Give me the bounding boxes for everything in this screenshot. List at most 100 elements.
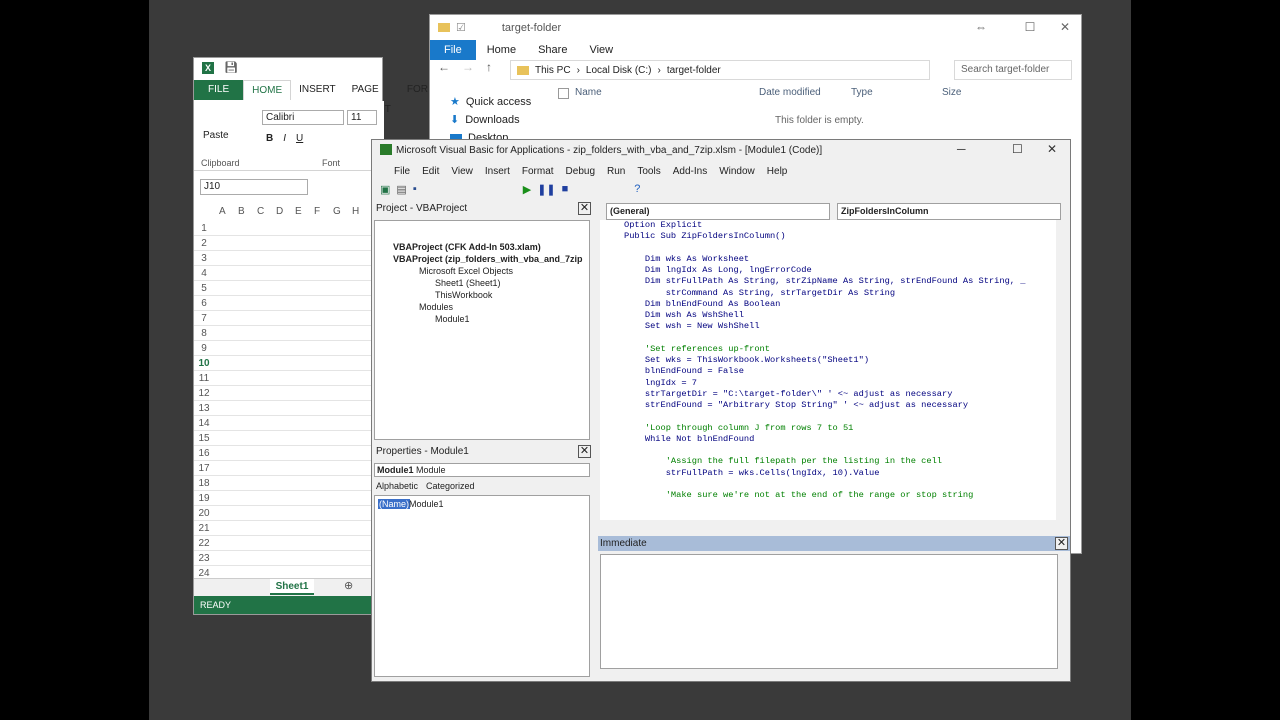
row[interactable]: 14 (194, 416, 384, 431)
row-number[interactable]: 13 (194, 401, 214, 416)
close-icon[interactable]: ✕ (1055, 537, 1068, 550)
row-number[interactable]: 11 (194, 371, 214, 386)
address-bar[interactable]: This PC › Local Disk (C:) › target-folder (510, 60, 930, 80)
code-line[interactable]: 'Loop through column J from rows 7 to 51 (600, 423, 1056, 434)
row-number[interactable]: 20 (194, 506, 214, 521)
menu-run[interactable]: Run (607, 163, 625, 181)
properties-object-select[interactable]: Module1 Module (374, 463, 590, 477)
row[interactable]: 9 (194, 341, 384, 356)
tab-formulas[interactable]: FOR (399, 80, 436, 100)
immediate-input[interactable] (600, 554, 1058, 669)
tree-item-modules[interactable]: Modules (419, 302, 453, 312)
row[interactable]: 8 (194, 326, 384, 341)
row-number[interactable]: 16 (194, 446, 214, 461)
font-size-select[interactable]: 11 (347, 110, 377, 125)
row-number[interactable]: 21 (194, 521, 214, 536)
tree-item-excel-objects[interactable]: Microsoft Excel Objects (419, 266, 513, 276)
tab-home[interactable]: Home (476, 40, 527, 60)
row-number[interactable]: 8 (194, 326, 214, 341)
code-line[interactable]: 'Assign the full filepath per the listin… (600, 456, 1056, 467)
row-number[interactable]: 5 (194, 281, 214, 296)
menu-add-ins[interactable]: Add-Ins (673, 163, 707, 181)
code-line[interactable] (600, 333, 1056, 344)
forward-icon[interactable]: → (462, 60, 474, 74)
row[interactable]: 12 (194, 386, 384, 401)
row-number[interactable]: 19 (194, 491, 214, 506)
row[interactable]: 21 (194, 521, 384, 536)
row-number[interactable]: 23 (194, 551, 214, 566)
minimize-button[interactable]: ─ (957, 142, 966, 156)
code-line[interactable]: Public Sub ZipFoldersInColumn() (600, 231, 1056, 242)
code-line[interactable]: Option Explicit (600, 220, 1056, 231)
row-number[interactable]: 18 (194, 476, 214, 491)
code-line[interactable]: strEndFound = "Arbitrary Stop String" ' … (600, 400, 1056, 411)
code-line[interactable] (600, 479, 1056, 490)
tab-share[interactable]: Share (527, 40, 578, 60)
row[interactable]: 10 (194, 356, 384, 371)
row-number[interactable]: 10 (194, 356, 214, 371)
excel-icon[interactable]: ▣ (380, 183, 390, 196)
property-value[interactable]: Module1 (409, 499, 444, 509)
menu-format[interactable]: Format (522, 163, 554, 181)
column-size[interactable]: Size (942, 87, 961, 98)
row[interactable]: 5 (194, 281, 384, 296)
up-icon[interactable]: ↑ (486, 60, 492, 74)
row[interactable]: 18 (194, 476, 384, 491)
row-number[interactable]: 9 (194, 341, 214, 356)
row[interactable]: 23 (194, 551, 384, 566)
code-line[interactable]: Dim wsh As WshShell (600, 310, 1056, 321)
menu-file[interactable]: File (394, 163, 410, 181)
name-box[interactable]: J10 (200, 179, 308, 195)
tab-categorized[interactable]: Categorized (426, 481, 475, 491)
tab-page-layout[interactable]: PAGE LAYOUT (344, 80, 399, 115)
property-name[interactable]: (Name) (378, 499, 411, 509)
row[interactable]: 6 (194, 296, 384, 311)
tree-item-thisworkbook[interactable]: ThisWorkbook (435, 290, 492, 300)
run-icon[interactable]: ▶ (523, 183, 531, 196)
code-line[interactable]: strFullPath = wks.Cells(lngIdx, 10).Valu… (600, 468, 1056, 479)
menu-insert[interactable]: Insert (485, 163, 510, 181)
nav-item-downloads[interactable]: ⬇ Downloads (450, 111, 531, 129)
row[interactable]: 22 (194, 536, 384, 551)
tab-view[interactable]: View (578, 40, 624, 60)
row[interactable]: 1 (194, 221, 384, 236)
code-line[interactable] (600, 243, 1056, 254)
code-line[interactable]: 'Set references up-front (600, 344, 1056, 355)
row-number[interactable]: 14 (194, 416, 214, 431)
row[interactable]: 15 (194, 431, 384, 446)
row[interactable]: 4 (194, 266, 384, 281)
code-line[interactable] (600, 445, 1056, 456)
pause-icon[interactable]: ❚❚ (537, 183, 555, 196)
row-number[interactable]: 22 (194, 536, 214, 551)
row[interactable]: 19 (194, 491, 384, 506)
row[interactable]: 13 (194, 401, 384, 416)
add-sheet-icon[interactable]: ⊕ (344, 579, 353, 592)
code-editor[interactable]: Option Explicit Public Sub ZipFoldersInCo… (600, 220, 1056, 520)
reset-icon[interactable]: ■ (562, 183, 569, 196)
row[interactable]: 20 (194, 506, 384, 521)
close-button[interactable]: ✕ (1047, 142, 1057, 156)
code-line[interactable]: Dim strFullPath As String, strZipName As… (600, 276, 1056, 287)
save-icon[interactable]: 💾︎ (224, 61, 238, 74)
column-name[interactable]: Name (575, 87, 602, 98)
tree-item-module1[interactable]: Module1 (435, 314, 470, 324)
tree-item-sheet1[interactable]: Sheet1 (Sheet1) (435, 278, 501, 288)
help-icon[interactable]: ? (634, 183, 640, 196)
select-all-checkbox[interactable] (558, 88, 569, 99)
menu-window[interactable]: Window (719, 163, 755, 181)
tree-item-cfk-addin[interactable]: VBAProject (CFK Add-In 503.xlam) (393, 242, 541, 252)
column-type[interactable]: Type (851, 87, 873, 98)
menu-tools[interactable]: Tools (637, 163, 660, 181)
menu-view[interactable]: View (451, 163, 473, 181)
minimize-button[interactable]: ⇔ (966, 15, 996, 39)
paste-button[interactable]: Paste (203, 130, 229, 141)
tab-insert[interactable]: INSERT (291, 80, 344, 100)
procedure-select[interactable]: ZipFoldersInColumn (837, 203, 1061, 220)
code-line[interactable]: Dim wks As Worksheet (600, 254, 1056, 265)
breadcrumb-this-pc[interactable]: This PC (535, 65, 571, 76)
close-icon[interactable]: ✕ (578, 445, 591, 458)
close-icon[interactable]: ✕ (578, 202, 591, 215)
maximize-button[interactable]: ☐ (1015, 15, 1045, 39)
code-line[interactable]: Dim blnEndFound As Boolean (600, 299, 1056, 310)
tab-file[interactable]: File (430, 40, 476, 60)
